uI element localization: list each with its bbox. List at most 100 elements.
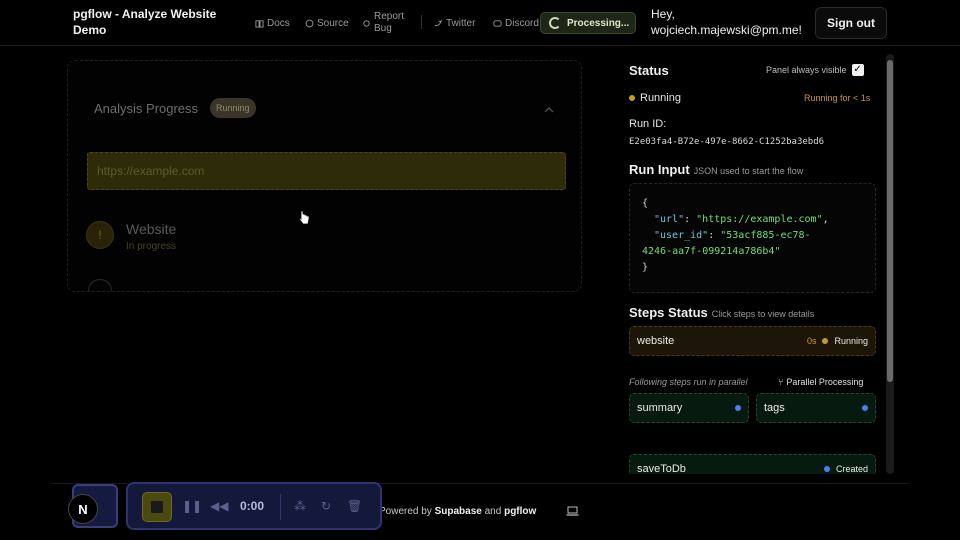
player-divider [280, 494, 281, 520]
panel-visible-label: Panel always visible [766, 65, 847, 75]
nav-discord-label: Discord [505, 17, 539, 29]
json-url-line: "url": "https://example.com", [654, 214, 829, 225]
supabase-link[interactable]: Supabase [435, 506, 482, 517]
created-dot-icon [862, 405, 868, 411]
step-tags-name: tags [764, 402, 785, 414]
json-userid-value-1: "53acf885-ec78- [720, 230, 811, 241]
scrollbar-thumb[interactable] [887, 60, 893, 382]
user-email: wojciech.majewski@pm.me! [651, 23, 802, 37]
running-dot-icon [822, 338, 829, 344]
spinner-icon [549, 17, 561, 29]
steps-sub: Click steps to view details [711, 309, 815, 319]
step-card-summary[interactable]: summary [629, 393, 749, 423]
panel-visible-checkbox[interactable]: ✓ [851, 64, 864, 76]
chevron-up-icon[interactable] [544, 105, 554, 115]
processing-indicator: Processing... [540, 12, 636, 34]
bug-icon [363, 19, 370, 27]
grid-icon[interactable]: ⁂ [294, 499, 308, 513]
run-id-label: Run ID: [629, 118, 667, 130]
run-input-label: Run Input [629, 162, 690, 177]
run-id-value: E2e03fa4-B72e-497e-8662-C1252ba3ebd6 [629, 137, 825, 147]
nav-report-bug[interactable]: Report Bug [362, 0, 408, 46]
created-dot-icon [823, 466, 830, 472]
status-title: Status [629, 63, 669, 78]
nav-source[interactable]: Source [305, 0, 349, 46]
parallel-note: Following steps run in parallel [629, 377, 748, 387]
json-userid-line: "user_id": "53acf885-ec78- [654, 230, 811, 241]
processing-label: Processing... [567, 17, 630, 29]
recording-player: ❚❚ ◀◀ 0:00 ⁂ ↻ 🗑 [126, 482, 382, 530]
run-input-heading: Run Input JSON used to start the flow [629, 162, 803, 177]
stop-icon [151, 501, 163, 513]
json-close: } [642, 262, 649, 273]
run-input-json: { "url": "https://example.com", "user_id… [629, 183, 876, 293]
trash-icon[interactable]: 🗑 [347, 499, 362, 513]
nav-twitter[interactable]: Twitter [434, 0, 475, 46]
nav-source-label: Source [317, 17, 349, 29]
parallel-processing: ⑂ Parallel Processing [778, 377, 863, 387]
step-website-meta: 0s Running [807, 336, 868, 346]
pgflow-link[interactable]: pgflow [504, 506, 536, 517]
top-header: pgflow - Analyze Website Demo Docs Sourc… [0, 0, 960, 46]
step-summary-name: summary [637, 402, 683, 414]
step-status: In progress [126, 241, 177, 252]
analysis-progress-card: Analysis Progress Running https://exampl… [67, 60, 582, 292]
step-card-tags[interactable]: tags [756, 393, 876, 423]
sign-out-button[interactable]: Sign out [815, 7, 887, 39]
github-icon [305, 19, 314, 27]
json-url-value: "https://example.com" [696, 214, 823, 225]
restart-icon[interactable]: ↻ [321, 499, 335, 513]
hand-cursor-icon [298, 210, 310, 225]
panel-visible-toggle[interactable]: Panel always visible ✓ [766, 64, 864, 76]
step-website-time: 0s [806, 336, 817, 346]
discord-icon [493, 19, 502, 27]
run-state: Running [629, 92, 681, 104]
user-greeting: Hey, wojciech.majewski@pm.me! [651, 6, 802, 38]
nav-docs-label: Docs [267, 17, 290, 29]
step-name: Website [126, 221, 177, 237]
run-input-sub: JSON used to start the flow [693, 166, 804, 176]
n-logo-icon[interactable]: N [68, 494, 98, 524]
step-save-meta: Created [823, 464, 868, 474]
next-step-icon [88, 279, 112, 291]
twitter-icon [434, 18, 443, 26]
stop-button[interactable] [142, 492, 172, 522]
running-dot-icon [629, 95, 635, 101]
parallel-label: Parallel Processing [786, 377, 864, 387]
json-url-key: "url" [654, 214, 685, 225]
created-dot-icon [735, 405, 741, 411]
book-icon [255, 19, 264, 28]
step-card-website[interactable]: website 0s Running [629, 326, 876, 356]
laptop-icon[interactable] [566, 505, 579, 517]
json-userid-key: "user_id" [654, 230, 709, 241]
json-open: { [642, 198, 649, 209]
analysis-progress-title: Analysis Progress [94, 101, 199, 116]
run-state-label: Running [640, 92, 681, 104]
nav-twitter-label: Twitter [446, 17, 476, 29]
step-card-savetodb[interactable]: saveToDb Created [629, 454, 876, 474]
run-duration: Running for < 1s [804, 93, 871, 103]
steps-heading: Steps Status Click steps to view details [629, 305, 814, 320]
powered-and: and [484, 506, 502, 517]
steps-label: Steps Status [629, 305, 708, 320]
brand-title[interactable]: pgflow - Analyze Website Demo [73, 6, 253, 38]
rewind-icon[interactable]: ◀◀ [210, 499, 228, 513]
step-save-state: Created [835, 464, 868, 474]
greeting-text: Hey, [651, 7, 675, 21]
nav-docs[interactable]: Docs [255, 0, 290, 46]
step-save-name: saveToDb [637, 463, 686, 474]
fork-icon: ⑂ [778, 377, 784, 387]
nav-discord[interactable]: Discord [493, 0, 539, 46]
nav-report-bug-label: Report Bug [374, 11, 405, 34]
powered-by: Powered by Supabase and pgflow [379, 506, 536, 517]
status-badge: Running [210, 98, 256, 118]
step-website-state: Running [834, 336, 868, 346]
json-userid-value-2: 4246-aa7f-099214a786b4" [642, 246, 781, 257]
timecode: 0:00 [240, 499, 265, 513]
status-panel: Status Panel always visible ✓ Running Ru… [618, 54, 886, 474]
powered-prefix: Powered by [379, 506, 432, 517]
pause-icon[interactable]: ❚❚ [182, 499, 202, 513]
panel-scrollbar[interactable] [886, 54, 894, 474]
nav-divider [421, 15, 422, 29]
analyzed-url: https://example.com [87, 152, 566, 190]
